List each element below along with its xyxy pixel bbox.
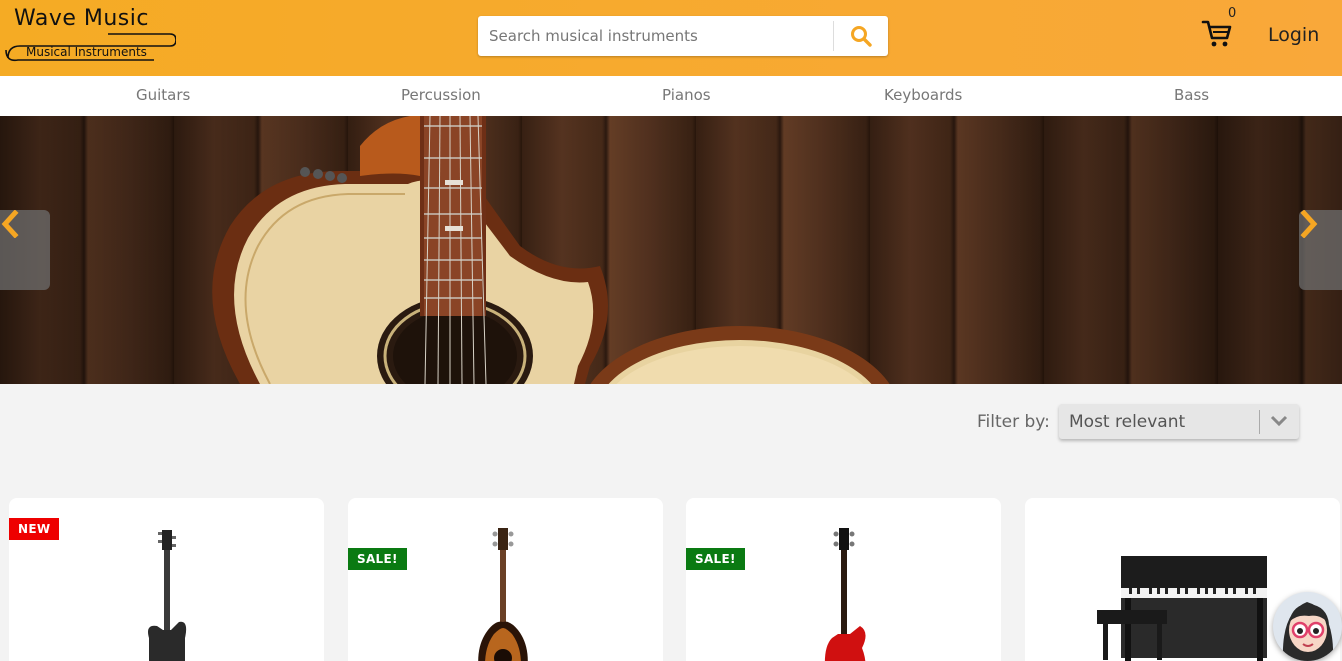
filter-selected-value: Most relevant [1069,412,1186,432]
red-bass-guitar-image [824,528,866,661]
nav-item-bass[interactable]: Bass [1174,86,1209,104]
nav-item-keyboards[interactable]: Keyboards [884,86,962,104]
search-input[interactable] [478,16,833,56]
chat-assistant-avatar[interactable] [1273,592,1342,661]
carousel-prev-button[interactable] [0,210,50,290]
header: Wave Music Musical Instruments 0 Login [0,0,1342,76]
product-card[interactable]: SALE! [686,498,1001,661]
acoustic-bass-guitar-image [478,528,528,661]
search-button[interactable] [834,16,888,56]
nav-item-percussion[interactable]: Percussion [401,86,481,104]
logo-wordmark: Wave Music [14,6,149,31]
filter-divider [1259,410,1260,434]
product-card[interactable]: NEW [9,498,324,661]
logo[interactable]: Wave Music Musical Instruments [4,4,176,64]
carousel-next-button[interactable] [1299,210,1342,290]
hero-guitar-image [212,116,890,384]
cart-icon [1201,20,1232,47]
nav-item-guitars[interactable]: Guitars [136,86,190,104]
filter-select[interactable]: Most relevant [1059,404,1299,439]
chevron-left-icon [1,210,19,238]
logo-tagline: Musical Instruments [26,45,147,59]
product-card[interactable]: SALE! [348,498,663,661]
cart-button[interactable] [1200,16,1240,54]
chevron-down-icon [1270,415,1288,427]
hero-carousel [0,116,1342,384]
login-link[interactable]: Login [1268,24,1319,46]
search-icon [851,26,872,47]
nav-item-pianos[interactable]: Pianos [662,86,711,104]
filter-label: Filter by: [977,412,1050,432]
assistant-face-icon [1282,602,1334,661]
cart-count: 0 [1228,6,1237,21]
chevron-right-icon [1300,210,1318,238]
search-bar [478,16,888,56]
category-nav: Guitars Percussion Pianos Keyboards Bass [0,76,1342,116]
electric-guitar-image [148,530,187,661]
